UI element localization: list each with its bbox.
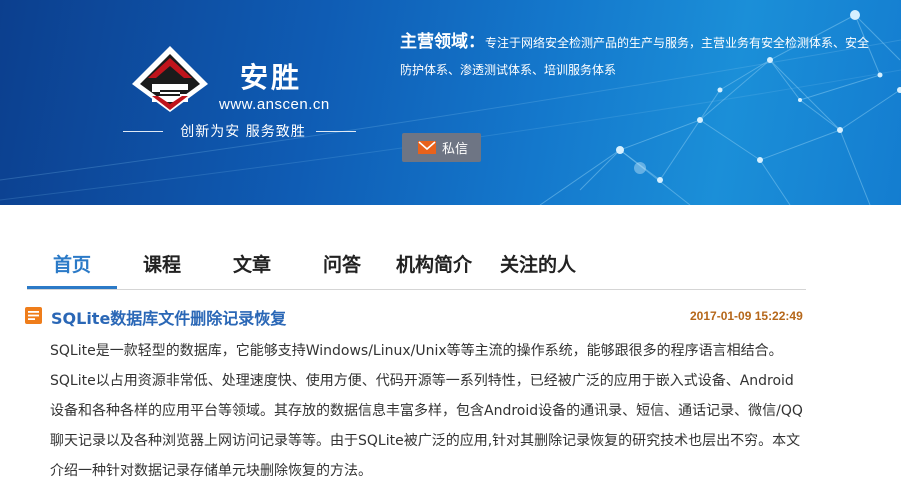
mail-icon [418,141,436,154]
article-date: 2017-01-09 15:22:49 [690,309,803,323]
slogan-divider-right [316,131,356,132]
nav-tabs: 首页 课程 文章 问答 机构简介 关注的人 [27,250,806,290]
slogan: 创新为安 服务致胜 [180,124,306,140]
tab-courses[interactable]: 课程 [125,250,199,288]
slogan-divider-left [123,131,163,132]
brand-name: 安胜 [240,61,303,94]
tab-articles[interactable]: 文章 [215,250,289,288]
banner: 安胜 www.anscen.cn 创新为安 服务致胜 主营领域：专注于网络安全检… [0,0,901,205]
article-summary: SQLite是一款轻型的数据库，它能够支持Windows/Linux/Unix等… [50,343,803,479]
tabs-divider [27,289,806,290]
document-icon [25,307,42,328]
anscen-logo-icon [132,46,208,112]
private-message-button[interactable]: 私信 [402,133,481,162]
tab-following[interactable]: 关注的人 [497,250,579,288]
tab-about[interactable]: 机构简介 [393,250,475,288]
private-message-label: 私信 [442,142,469,157]
tab-qa[interactable]: 问答 [305,250,379,288]
business-domain-title: 主营领域： [400,32,485,52]
tab-home[interactable]: 首页 [27,250,117,289]
brand-url: www.anscen.cn [219,96,330,113]
business-domain: 主营领域：专注于网络安全检测产品的生产与服务，主营业务有安全检测体系、安全防护体… [400,29,870,83]
article-title-link[interactable]: SQLite数据库文件删除记录恢复 [51,305,286,329]
